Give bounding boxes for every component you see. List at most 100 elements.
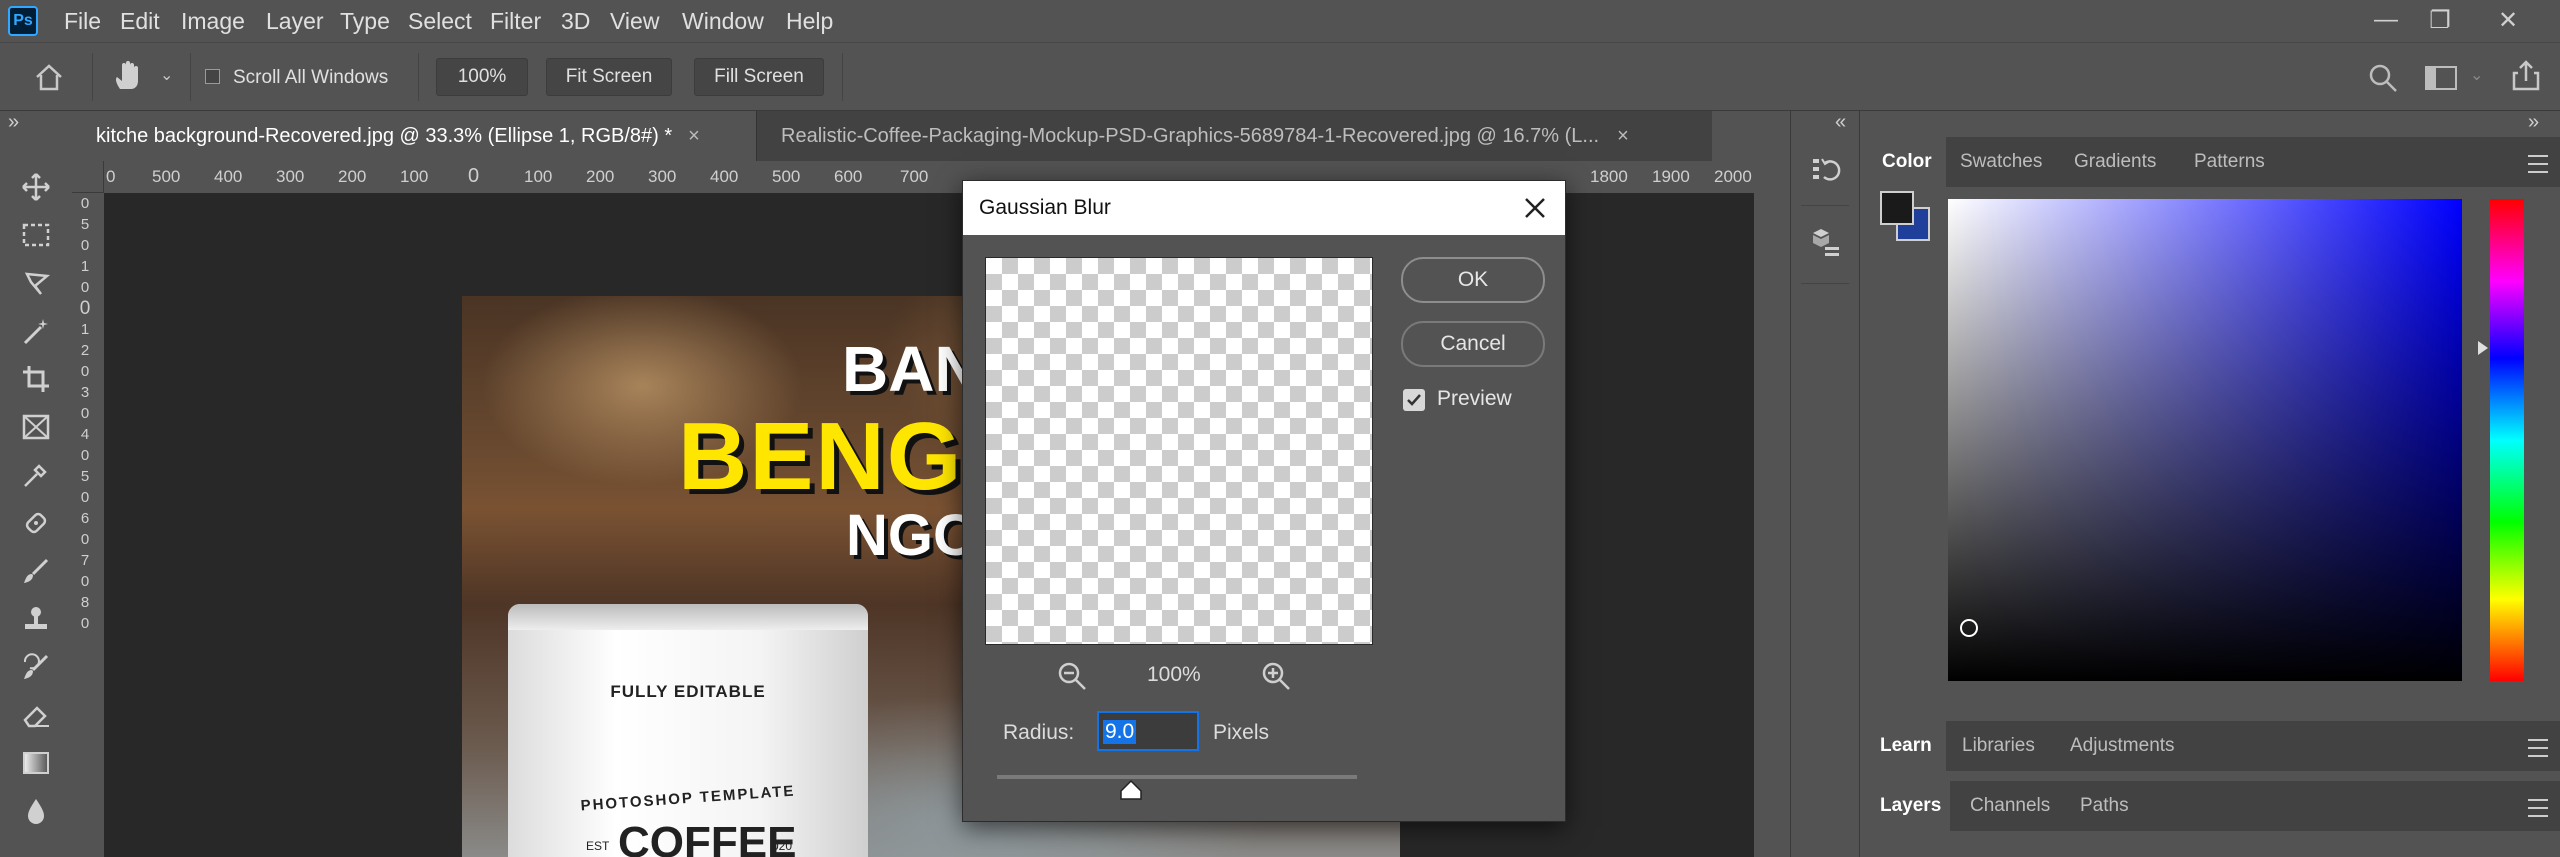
move-tool-icon[interactable] bbox=[16, 167, 56, 207]
vertical-scrollbar[interactable] bbox=[1754, 161, 1790, 857]
eyedropper-tool-icon[interactable] bbox=[16, 455, 56, 495]
tab-color-label[interactable]: Color bbox=[1882, 151, 1932, 173]
menu-filter[interactable]: Filter bbox=[490, 8, 541, 35]
restore-icon[interactable]: ❐ bbox=[2420, 4, 2460, 36]
ruler-tick: 2 bbox=[80, 342, 90, 359]
headline-line-2: BENG bbox=[678, 403, 964, 510]
properties-panel-icon[interactable] bbox=[1811, 227, 1841, 259]
collapse-dock-icon[interactable]: « bbox=[1835, 111, 1846, 134]
layers-panel-tabbar: Layers Channels Paths bbox=[1862, 781, 2560, 831]
ruler-tick: 0 bbox=[80, 447, 90, 464]
zoom-out-icon[interactable] bbox=[1057, 661, 1087, 691]
color-picker-field[interactable] bbox=[1948, 199, 2462, 681]
history-brush-tool-icon[interactable] bbox=[16, 647, 56, 687]
ruler-tick: 0 bbox=[80, 363, 90, 380]
color-panel-menu-icon[interactable] bbox=[2528, 155, 2548, 173]
checkmark-icon bbox=[1407, 394, 1421, 406]
dialog-titlebar[interactable]: Gaussian Blur bbox=[963, 181, 1565, 235]
hue-slider[interactable] bbox=[2490, 199, 2524, 681]
color-picker-cursor[interactable] bbox=[1960, 619, 1978, 637]
fit-screen-button[interactable]: Fit Screen bbox=[546, 58, 672, 96]
menu-view[interactable]: View bbox=[610, 8, 659, 35]
marquee-tool-icon[interactable] bbox=[16, 215, 56, 255]
blur-preview[interactable] bbox=[985, 257, 1373, 645]
tab-patterns[interactable]: Patterns bbox=[2194, 151, 2265, 173]
workspace-chevron-icon[interactable]: ⌄ bbox=[2470, 65, 2483, 85]
menu-edit[interactable]: Edit bbox=[120, 8, 160, 35]
tab-paths[interactable]: Paths bbox=[2080, 795, 2129, 817]
chevron-down-icon[interactable]: ⌄ bbox=[160, 65, 173, 85]
headline-line-1: BAN bbox=[842, 333, 981, 405]
close-window-icon[interactable]: ✕ bbox=[2488, 4, 2528, 36]
foreground-color-swatch[interactable] bbox=[1880, 191, 1914, 225]
bag-arc-text: PHOTOSHOP TEMPLATE bbox=[580, 782, 796, 815]
document-tabs: kitche background-Recovered.jpg @ 33.3% … bbox=[72, 111, 1712, 161]
menu-type[interactable]: Type bbox=[340, 8, 390, 35]
gradient-tool-icon[interactable] bbox=[16, 743, 56, 783]
close-tab-icon[interactable]: × bbox=[688, 125, 700, 148]
radius-input[interactable]: 9.0 bbox=[1097, 711, 1199, 751]
close-tab-icon[interactable]: × bbox=[1617, 125, 1629, 148]
tab-label: Realistic-Coffee-Packaging-Mockup-PSD-Gr… bbox=[781, 124, 1600, 147]
ruler-vertical: 0 5 0 1 0 0 1 2 0 3 0 4 0 5 0 6 0 7 0 8 … bbox=[72, 193, 105, 857]
minimize-icon[interactable]: — bbox=[2366, 4, 2406, 36]
ruler-tick: 0 bbox=[80, 195, 90, 212]
crop-tool-icon[interactable] bbox=[16, 359, 56, 399]
menu-layer[interactable]: Layer bbox=[266, 8, 324, 35]
share-icon[interactable] bbox=[2510, 59, 2542, 93]
tab-layers-label[interactable]: Layers bbox=[1880, 795, 1941, 817]
clone-stamp-tool-icon[interactable] bbox=[16, 599, 56, 639]
ruler-tick: 0 bbox=[80, 279, 90, 296]
ruler-tick: 0 bbox=[80, 531, 90, 548]
tab-coffee-packaging[interactable]: Realistic-Coffee-Packaging-Mockup-PSD-Gr… bbox=[756, 111, 1712, 161]
preview-checkbox[interactable] bbox=[1403, 389, 1425, 411]
tab-channels[interactable]: Channels bbox=[1970, 795, 2050, 817]
blur-tool-icon[interactable] bbox=[16, 791, 56, 831]
workspace-icon[interactable] bbox=[2424, 65, 2458, 91]
tab-swatches[interactable]: Swatches bbox=[1960, 151, 2042, 173]
healing-brush-tool-icon[interactable] bbox=[16, 503, 56, 543]
tab-gradients[interactable]: Gradients bbox=[2074, 151, 2156, 173]
zoom-in-icon[interactable] bbox=[1261, 661, 1291, 691]
ruler-tick: 1 bbox=[80, 321, 90, 338]
ruler-tick: 700 bbox=[900, 167, 929, 186]
radius-slider-track[interactable] bbox=[997, 775, 1357, 779]
radius-slider-handle[interactable] bbox=[1119, 779, 1143, 801]
hue-slider-handle[interactable] bbox=[2478, 341, 2488, 355]
lasso-tool-icon[interactable] bbox=[16, 263, 56, 303]
menu-select[interactable]: Select bbox=[408, 8, 472, 35]
ruler-tick: 0 bbox=[106, 167, 116, 186]
fill-screen-button[interactable]: Fill Screen bbox=[694, 58, 824, 96]
hand-tool-icon[interactable] bbox=[112, 59, 144, 93]
history-panel-icon[interactable] bbox=[1811, 155, 1841, 187]
learn-panel-menu-icon[interactable] bbox=[2528, 739, 2548, 757]
ruler-tick: 0 bbox=[79, 298, 91, 319]
brush-tool-icon[interactable] bbox=[16, 551, 56, 591]
scroll-all-windows-checkbox[interactable] bbox=[205, 69, 220, 84]
tab-adjustments[interactable]: Adjustments bbox=[2070, 735, 2175, 757]
ok-button[interactable]: OK bbox=[1401, 257, 1545, 303]
tab-learn-label[interactable]: Learn bbox=[1880, 735, 1932, 757]
search-icon[interactable] bbox=[2368, 63, 2398, 93]
ruler-tick: 0 bbox=[80, 489, 90, 506]
radius-value[interactable]: 9.0 bbox=[1103, 720, 1137, 744]
home-icon[interactable] bbox=[34, 63, 64, 91]
menu-window[interactable]: Window bbox=[682, 8, 764, 35]
zoom-100-button[interactable]: 100% bbox=[436, 58, 528, 96]
cancel-button[interactable]: Cancel bbox=[1401, 321, 1545, 367]
close-dialog-icon[interactable] bbox=[1523, 196, 1547, 220]
menu-file[interactable]: File bbox=[64, 8, 101, 35]
dialog-title: Gaussian Blur bbox=[979, 196, 1111, 219]
menu-3d[interactable]: 3D bbox=[561, 8, 590, 35]
eraser-tool-icon[interactable] bbox=[16, 695, 56, 735]
menu-image[interactable]: Image bbox=[181, 8, 245, 35]
magic-wand-tool-icon[interactable] bbox=[16, 311, 56, 351]
expand-tools-icon[interactable]: » bbox=[8, 111, 19, 134]
tab-libraries[interactable]: Libraries bbox=[1962, 735, 2035, 757]
tab-kitche-background[interactable]: kitche background-Recovered.jpg @ 33.3% … bbox=[72, 111, 756, 161]
menu-help[interactable]: Help bbox=[786, 8, 833, 35]
panel-dock: « bbox=[1790, 111, 1860, 857]
frame-tool-icon[interactable] bbox=[16, 407, 56, 447]
layers-panel-menu-icon[interactable] bbox=[2528, 799, 2548, 817]
collapse-panels-icon[interactable]: » bbox=[2528, 111, 2539, 134]
